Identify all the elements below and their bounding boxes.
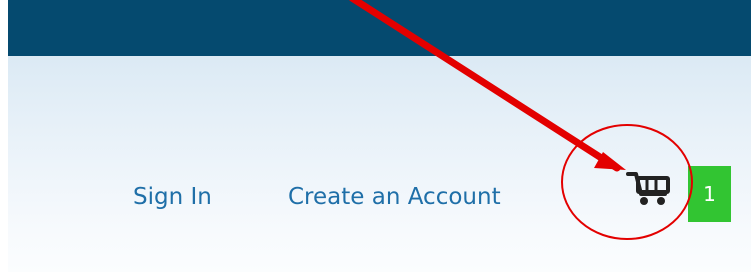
page-background: Sign In Create an Account 1 <box>8 0 751 272</box>
top-navigation-bar <box>8 0 751 56</box>
cart-count-badge[interactable]: 1 <box>688 166 731 222</box>
sign-in-link[interactable]: Sign In <box>133 180 212 214</box>
shopping-cart-icon[interactable] <box>626 166 674 208</box>
create-account-link[interactable]: Create an Account <box>288 180 501 214</box>
